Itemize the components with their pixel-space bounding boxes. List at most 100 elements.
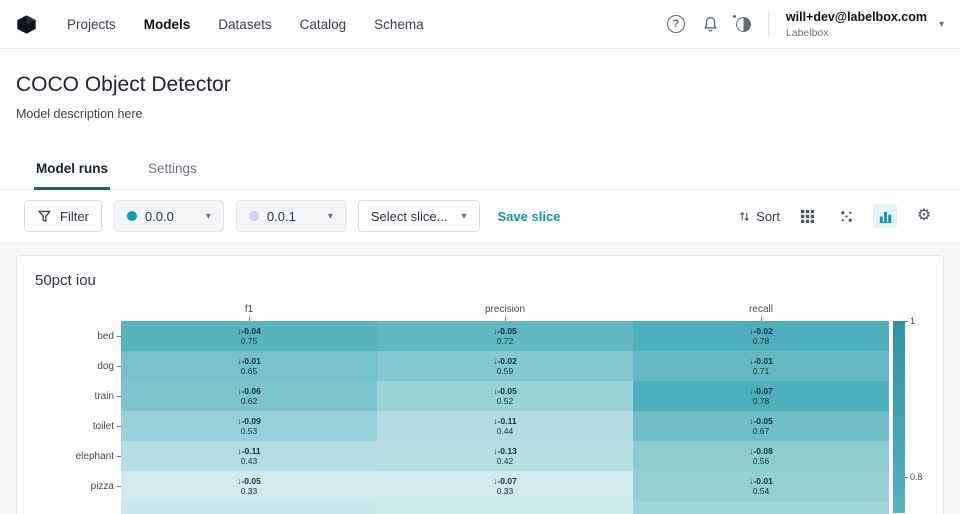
cell-value: 0.54	[752, 486, 770, 496]
funnel-icon	[38, 210, 51, 222]
cell-delta: ↓-0.09	[237, 415, 261, 426]
tabs: Model runs Settings	[0, 151, 960, 190]
cell-delta: ↓-0.05	[749, 415, 773, 426]
help-icon: ?	[666, 15, 685, 33]
heatmap-cell-bed-f1[interactable]: ↓-0.04 0.75	[121, 321, 377, 351]
metrics-view-button[interactable]	[873, 204, 897, 228]
labelbox-logo[interactable]	[16, 14, 37, 35]
help-button[interactable]: ?	[666, 15, 685, 33]
cell-delta: ↓-0.01	[237, 355, 261, 366]
cell-value: 0.56	[752, 456, 770, 466]
nav-item-catalog[interactable]: Catalog	[300, 17, 347, 32]
row-label-dog: dog	[33, 351, 121, 381]
heatmap-cell-toilet-f1[interactable]: ↓-0.09 0.53	[121, 411, 377, 441]
content-area: 50pct iou f1 precision recall bed ↓-0.04 0.75…	[0, 243, 960, 514]
nav-item-schema[interactable]: Schema	[374, 17, 424, 32]
heatmap-row-pizza: pizza ↓-0.05 0.33 ↓-0.07 0.33 ↓-0.01 0.54	[33, 471, 889, 501]
metrics-card: 50pct iou f1 precision recall bed ↓-0.04 0.75…	[16, 255, 944, 514]
sort-button[interactable]: Sort	[738, 209, 780, 224]
chevron-down-icon: ▾	[461, 210, 467, 222]
column-header-precision: precision	[377, 305, 633, 321]
theme-toggle-button[interactable]	[732, 14, 751, 32]
row-label-bed: bed	[33, 321, 121, 351]
colorbar-tick-top: 1	[910, 316, 916, 326]
column-header-f1: f1	[121, 305, 377, 321]
sort-arrows-icon	[740, 211, 750, 221]
gear-icon: ⚙	[916, 207, 932, 224]
grid-view-button[interactable]	[795, 204, 819, 228]
cell-value: 0.42	[496, 456, 514, 466]
embedding-view-button[interactable]	[834, 204, 858, 228]
heatmap-cell-elephant-f1[interactable]: ↓-0.11 0.43	[121, 441, 377, 471]
heatmap-cell-pizza-f1[interactable]: ↓-0.05 0.33	[121, 471, 377, 501]
heatmap-cell-train-recall[interactable]: ↓-0.07 0.78	[633, 381, 889, 411]
filter-button[interactable]: Filter	[24, 200, 102, 232]
heatmap-cell-elephant-precision[interactable]: ↓-0.13 0.42	[377, 441, 633, 471]
heatmap-cell-bed-precision[interactable]: ↓-0.05 0.72	[377, 321, 633, 351]
heatmap-row-bed: bed ↓-0.04 0.75 ↓-0.05 0.72 ↓-0.02 0.78	[33, 321, 889, 351]
nav-right: ? will+dev@labelbox.com Labelbox ▾	[666, 10, 944, 39]
colorbar-column: 1 0.8	[893, 305, 927, 514]
cell-delta: ↓-0.01	[749, 355, 773, 366]
heatmap-cell-dog-precision[interactable]: ↓-0.02 0.59	[377, 351, 633, 381]
heatmap-cell-pizza-precision[interactable]: ↓-0.07 0.33	[377, 471, 633, 501]
save-slice-link[interactable]: Save slice	[498, 209, 561, 224]
account-menu[interactable]: will+dev@labelbox.com Labelbox ▾	[786, 10, 944, 39]
nav-item-projects[interactable]: Projects	[67, 17, 116, 32]
notifications-button[interactable]	[702, 16, 719, 33]
cell-delta: ↓-0.05	[237, 475, 261, 486]
cell-delta: ↓-0.01	[749, 475, 773, 486]
heatmap-row-elephant: elephant ↓-0.11 0.43 ↓-0.13 0.42 ↓-0.08 0.56	[33, 441, 889, 471]
toolbar-right: Sort ⚙	[738, 204, 936, 228]
run-b-select[interactable]: 0.0.1 ▾	[235, 200, 346, 232]
settings-button[interactable]: ⚙	[912, 204, 936, 228]
heatmap-row-train: train ↓-0.06 0.62 ↓-0.05 0.52 ↓-0.07 0.78	[33, 381, 889, 411]
heatmap-cell-toilet-precision[interactable]: ↓-0.11 0.44	[377, 411, 633, 441]
heatmap-header: f1 precision recall	[33, 305, 889, 321]
chevron-down-icon: ▾	[205, 210, 211, 222]
heatmap-cell-partial[interactable]	[633, 501, 889, 514]
heatmap-corner	[33, 305, 121, 321]
cell-delta: ↓-0.02	[749, 325, 773, 336]
slice-select[interactable]: Select slice... ▾	[357, 200, 480, 232]
nav-item-models[interactable]: Models	[144, 17, 191, 32]
heatmap-cell-elephant-recall[interactable]: ↓-0.08 0.56	[633, 441, 889, 471]
main-nav: Projects Models Datasets Catalog Schema	[67, 17, 424, 32]
chart-title: 50pct iou	[35, 272, 96, 289]
cell-value: 0.33	[240, 486, 258, 496]
row-label-pizza: pizza	[33, 471, 121, 501]
heatmap-cell-dog-recall[interactable]: ↓-0.01 0.71	[633, 351, 889, 381]
heatmap-cell-train-precision[interactable]: ↓-0.05 0.52	[377, 381, 633, 411]
toolbar: Filter 0.0.0 ▾ 0.0.1 ▾ Select slice... ▾…	[0, 190, 960, 243]
cell-value: 0.65	[240, 366, 258, 376]
heatmap-cell-pizza-recall[interactable]: ↓-0.01 0.54	[633, 471, 889, 501]
labelbox-logo-icon	[17, 14, 36, 34]
cell-delta: ↓-0.07	[749, 385, 773, 396]
heatmap-cell-dog-f1[interactable]: ↓-0.01 0.65	[121, 351, 377, 381]
heatmap-cell-bed-recall[interactable]: ↓-0.02 0.78	[633, 321, 889, 351]
slice-select-label: Select slice...	[370, 208, 448, 224]
run-a-select[interactable]: 0.0.0 ▾	[113, 200, 224, 232]
heatmap-cell-partial[interactable]	[121, 501, 377, 514]
cell-delta: ↓-0.11	[493, 415, 517, 426]
heatmap-wrap: f1 precision recall bed ↓-0.04 0.75 ↓-0.05 0.72…	[33, 305, 927, 514]
heatmap: f1 precision recall bed ↓-0.04 0.75 ↓-0.05 0.72…	[33, 305, 889, 514]
bar-chart-icon	[878, 211, 892, 223]
run-b-label: 0.0.1	[266, 208, 296, 224]
nav-item-datasets[interactable]: Datasets	[218, 17, 271, 32]
chevron-down-icon: ▾	[327, 210, 333, 222]
cell-value: 0.75	[240, 336, 258, 346]
heatmap-cell-toilet-recall[interactable]: ↓-0.05 0.67	[633, 411, 889, 441]
chevron-down-icon: ▾	[938, 18, 944, 30]
heatmap-cell-partial[interactable]	[377, 501, 633, 514]
tab-settings[interactable]: Settings	[146, 151, 199, 189]
heatmap-cell-train-f1[interactable]: ↓-0.06 0.62	[121, 381, 377, 411]
cell-value: 0.78	[752, 336, 770, 346]
bell-icon	[704, 16, 717, 31]
tab-model-runs[interactable]: Model runs	[34, 151, 111, 190]
divider	[767, 10, 769, 38]
cell-value: 0.44	[496, 426, 514, 436]
top-nav: Projects Models Datasets Catalog Schema ? wi…	[0, 0, 960, 49]
cell-delta: ↓-0.04	[237, 325, 261, 336]
cell-delta: ↓-0.06	[237, 385, 261, 396]
